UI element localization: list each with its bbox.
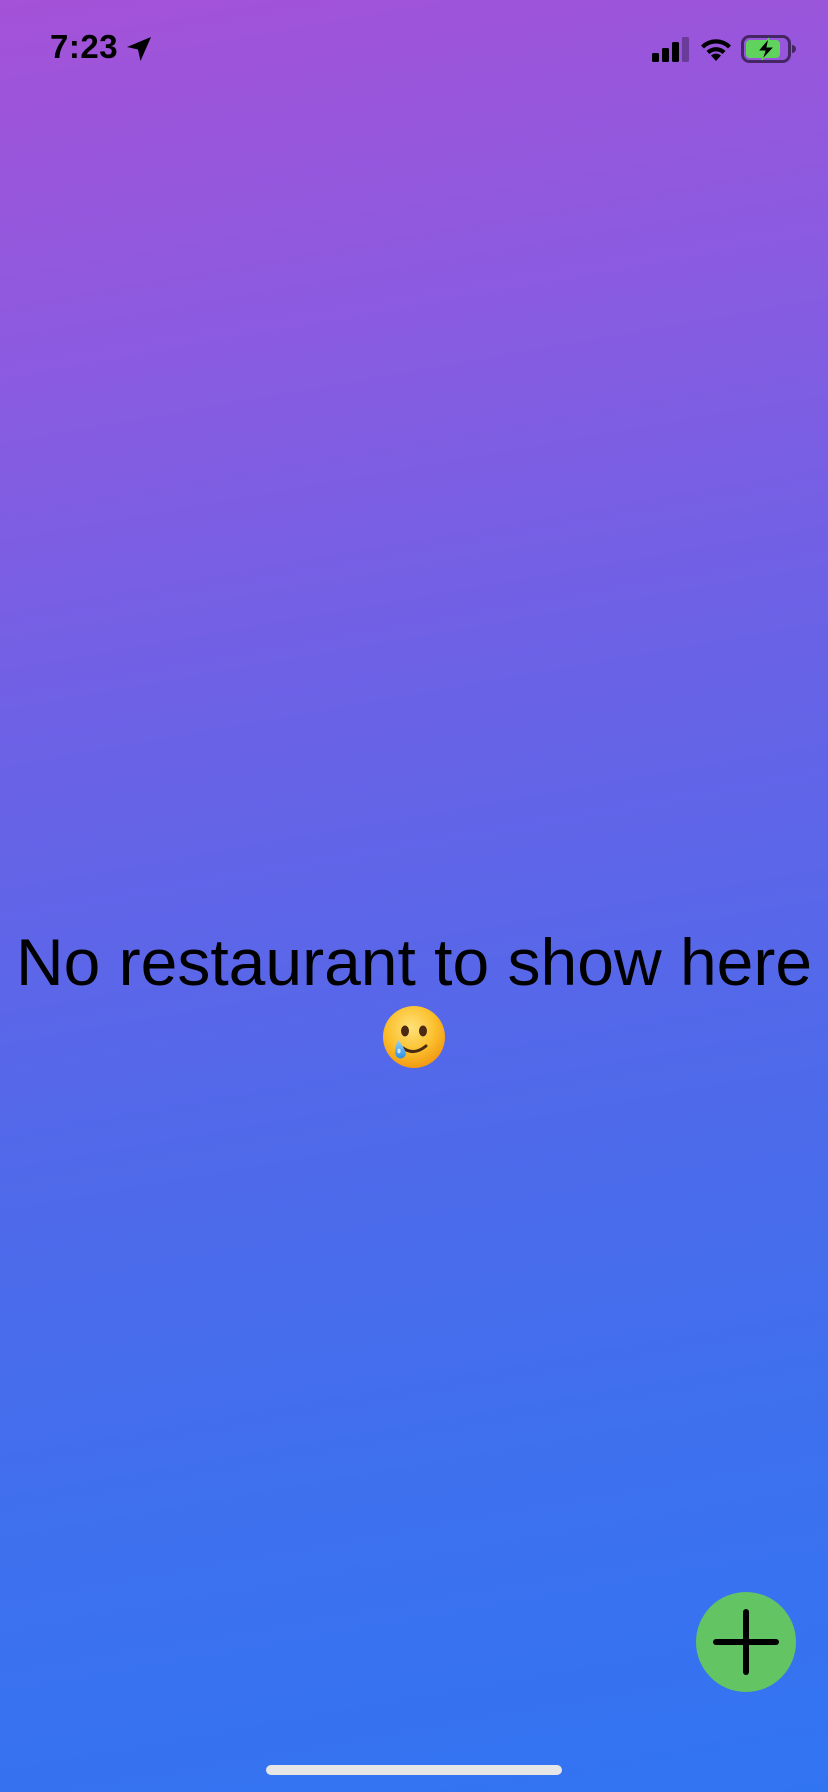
battery-charging-icon [741, 35, 796, 63]
plus-icon [713, 1609, 779, 1675]
add-restaurant-button[interactable] [696, 1592, 796, 1692]
empty-state: No restaurant to show here [0, 920, 828, 1075]
empty-state-message: No restaurant to show here [15, 925, 813, 999]
cellular-signal-icon [652, 37, 689, 62]
status-time: 7:23 [50, 28, 119, 65]
home-indicator[interactable] [266, 1765, 562, 1775]
location-arrow-icon [127, 37, 151, 61]
face-holding-back-tears-icon [383, 1006, 445, 1068]
wifi-icon [701, 39, 731, 61]
status-bar: 7:23 [0, 0, 828, 100]
